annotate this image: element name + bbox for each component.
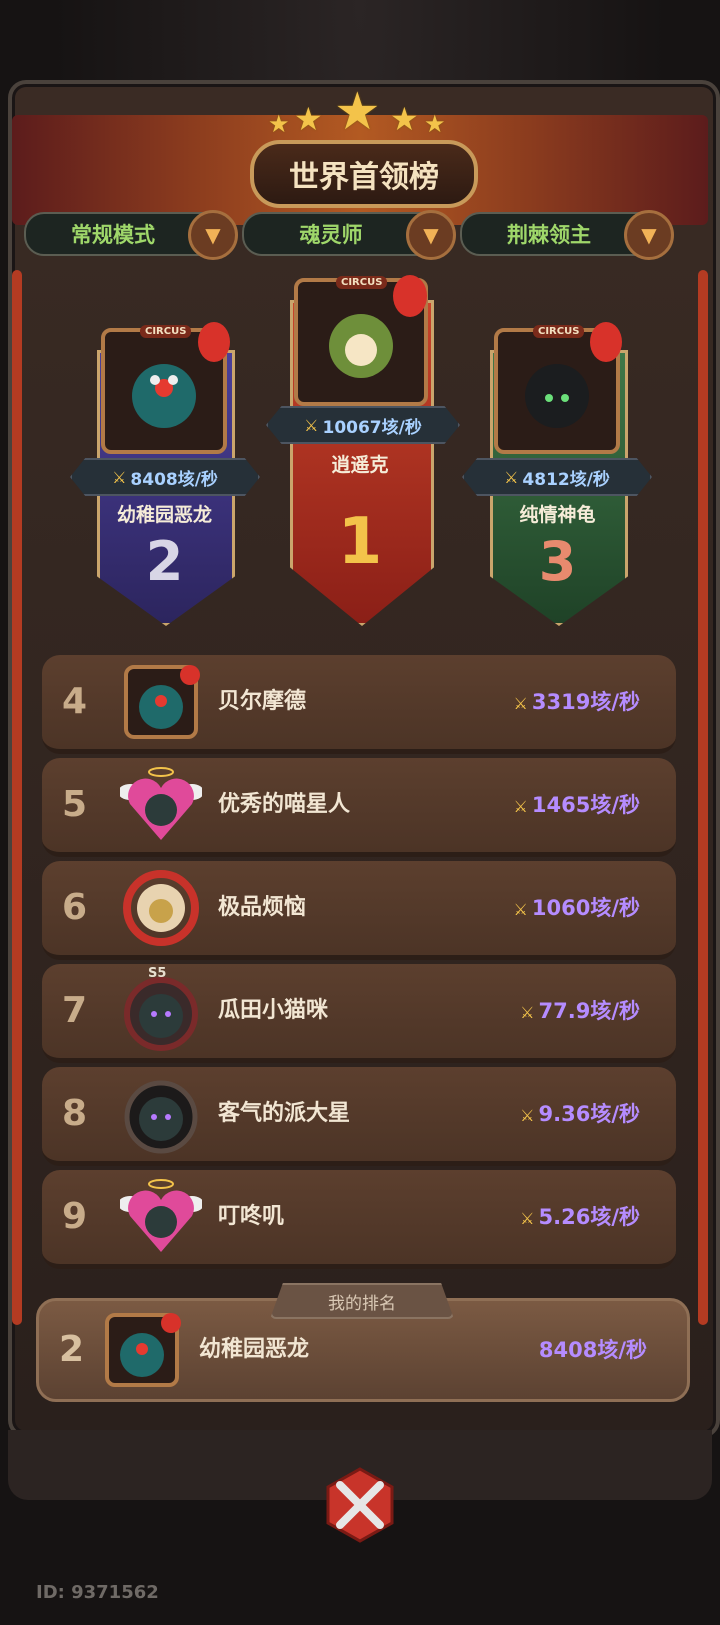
rank-number: 7 (62, 990, 88, 1031)
player-name: 贝尔摩德 (218, 689, 307, 714)
right-rail (698, 270, 708, 1325)
chevron-down-icon[interactable]: ▼ (406, 210, 456, 260)
rank-number: 8 (62, 1093, 88, 1134)
second-name: 幼稚园恶龙 (116, 504, 212, 526)
list-item[interactable]: 7 S5 瓜田小猫咪 ⚔ 77.9垓/秒 (42, 964, 676, 1063)
first-score-value: 10067垓/秒 (322, 417, 422, 438)
player-score: ⚔ 3319垓/秒 (514, 655, 640, 749)
rank-number: 4 (62, 681, 88, 722)
player-name: 瓜田小猫咪 (218, 998, 329, 1023)
second-rank: 2 (145, 530, 184, 593)
player-name: 优秀的喵星人 (218, 792, 351, 817)
player-score: ⚔ 9.36垓/秒 (520, 1067, 640, 1161)
star-icon: ★ (268, 110, 290, 138)
circus-badge: CIRCUS (533, 325, 585, 338)
my-rank-label: 我的排名 (270, 1283, 454, 1319)
balloon-icon (198, 322, 230, 362)
rank-number: 9 (62, 1196, 88, 1237)
list-item[interactable]: 8 客气的派大星 ⚔ 9.36垓/秒 (42, 1067, 676, 1166)
list-item[interactable]: 6 极品烦恼 ⚔ 1060垓/秒 (42, 861, 676, 960)
player-name: 叮咚叽 (218, 1204, 285, 1229)
balloon-icon (393, 275, 427, 317)
list-item[interactable]: 5 优秀的喵星人 ⚔ 1465垓/秒 (42, 758, 676, 857)
second-score-value: 8408垓/秒 (130, 469, 218, 490)
tab-class[interactable]: 魂灵师 ▼ (242, 210, 456, 260)
clown-avatar-icon (132, 364, 196, 428)
circus-clown-avatar-icon (105, 1313, 181, 1387)
third-name: 纯情神龟 (519, 504, 596, 526)
winged-heart-avatar-icon (120, 767, 202, 840)
crossed-swords-icon: ⚔ (504, 467, 519, 487)
player-score: ⚔ 1060垓/秒 (514, 861, 640, 955)
circus-clown-avatar-icon (124, 665, 200, 739)
festive-wreath-avatar-icon (123, 870, 199, 946)
page-title: 世界首领榜 (250, 140, 478, 208)
chevron-down-icon[interactable]: ▼ (188, 210, 238, 260)
crossed-swords-battle-icon[interactable] (320, 1465, 400, 1545)
plain-ring-avatar-icon (124, 1080, 198, 1154)
star-icon: ★ (294, 100, 323, 138)
crossed-swords-icon: ⚔ (520, 1003, 535, 1022)
third-score-value: 4812垓/秒 (522, 469, 610, 490)
third-rank: 3 (538, 530, 577, 593)
crossed-swords-icon: ⚔ (513, 797, 528, 816)
star-icon: ★ (424, 110, 446, 138)
first-score: ⚔ 10067垓/秒 (266, 406, 460, 444)
crossed-swords-icon: ⚔ (513, 900, 528, 919)
balloon-icon (590, 322, 622, 362)
circus-badge: CIRCUS (336, 276, 388, 289)
second-score: ⚔ 8408垓/秒 (70, 458, 260, 496)
spiked-ring-avatar-icon (124, 977, 198, 1051)
crossed-swords-icon: ⚔ (520, 1106, 535, 1125)
user-id: ID: 9371562 (36, 1582, 159, 1603)
circus-badge: CIRCUS (140, 325, 192, 338)
player-score-value: 9.36垓/秒 (538, 1102, 640, 1126)
list-item[interactable]: 9 叮咚叽 ⚔ 5.26垓/秒 (42, 1170, 676, 1269)
first-rank: 1 (337, 505, 383, 579)
left-rail (12, 270, 22, 1325)
third-score: ⚔ 4812垓/秒 (462, 458, 652, 496)
player-score-value: 1060垓/秒 (531, 896, 640, 920)
rank-number: 6 (62, 887, 88, 928)
crossed-swords-icon: ⚔ (112, 467, 127, 487)
crossed-swords-icon: ⚔ (304, 415, 319, 435)
player-score: ⚔ 77.9垓/秒 (520, 964, 640, 1058)
player-score: ⚔ 5.26垓/秒 (520, 1170, 640, 1264)
chevron-down-icon[interactable]: ▼ (624, 210, 674, 260)
my-rank-number: 2 (59, 1329, 85, 1370)
player-name: 客气的派大星 (218, 1101, 351, 1126)
tab-boss[interactable]: 荆棘领主 ▼ (460, 210, 674, 260)
list-item[interactable]: 4 贝尔摩德 ⚔ 3319垓/秒 (42, 655, 676, 754)
player-score-value: 1465垓/秒 (531, 793, 640, 817)
filter-tabs: 常规模式 ▼ 魂灵师 ▼ 荆棘领主 ▼ (24, 210, 696, 260)
hooded-avatar-icon (525, 364, 589, 428)
player-score-value: 3319垓/秒 (531, 690, 640, 714)
rank-number: 5 (62, 784, 88, 825)
my-player-score: 8408垓/秒 (538, 1338, 647, 1362)
star-icon: ★ (334, 82, 381, 142)
star-icon: ★ (390, 100, 419, 138)
jester-avatar-icon (329, 314, 393, 378)
crossed-swords-icon: ⚔ (513, 694, 528, 713)
first-name: 逍遥克 (331, 454, 389, 476)
crossed-swords-icon: ⚔ (520, 1209, 535, 1228)
player-score-value: 77.9垓/秒 (538, 999, 640, 1023)
page-title-text: 世界首领榜 (289, 160, 439, 195)
winged-heart-avatar-icon (120, 1179, 202, 1252)
player-name: 极品烦恼 (218, 895, 307, 920)
player-score-value: 5.26垓/秒 (538, 1205, 640, 1229)
season-badge: S5 (148, 966, 167, 981)
player-score: ⚔ 1465垓/秒 (514, 758, 640, 852)
tab-mode[interactable]: 常规模式 ▼ (24, 210, 238, 260)
rating-stars: ★ ★ ★ ★ ★ (268, 82, 452, 142)
